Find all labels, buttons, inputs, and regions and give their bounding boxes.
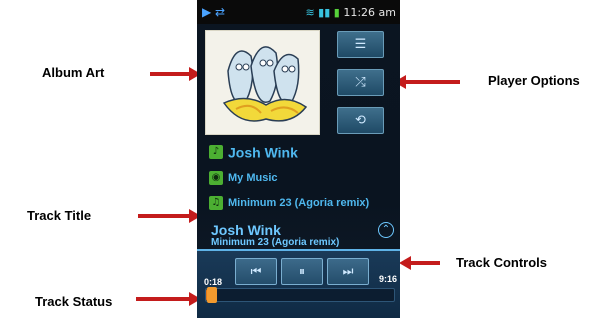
- artist-name: Josh Wink: [228, 144, 298, 161]
- seek-bar[interactable]: [205, 287, 395, 303]
- album-art: [205, 30, 320, 135]
- arrow-player-options: [394, 75, 460, 89]
- status-bar: ▶ ⇄ ≋ ▮▮ ▮ 11:26 am: [197, 0, 400, 24]
- seek-handle[interactable]: [207, 287, 218, 303]
- now-playing-track: Minimum 23 (Agoria remix): [211, 237, 340, 248]
- arrow-track-status: [136, 292, 201, 306]
- play-notification-icon: ▶ ⇄: [202, 5, 226, 19]
- expand-icon[interactable]: ⌃: [378, 222, 394, 238]
- arrow-track-title: [138, 209, 201, 223]
- shuffle-icon: ⤮: [355, 75, 366, 90]
- annotation-track-status: Track Status: [35, 294, 113, 309]
- battery-icon: ▮: [333, 6, 340, 19]
- pause-icon: ⏸: [298, 264, 305, 278]
- track-name: Minimum 23 (Agoria remix): [228, 197, 370, 209]
- album-art-image: [206, 31, 319, 134]
- duration-time: 9:16: [379, 274, 398, 284]
- disc-icon: ◉: [209, 171, 223, 185]
- library-row[interactable]: ◉ My Music: [209, 171, 278, 189]
- previous-button[interactable]: ⏮: [235, 258, 277, 285]
- track-controls: ⏮ ⏸ ⏭ 0:18 9:16: [197, 251, 400, 318]
- repeat-button[interactable]: ⟲: [337, 107, 384, 134]
- annotation-track-title: Track Title: [27, 208, 92, 223]
- microphone-icon: ♪: [209, 145, 223, 160]
- annotation-player-options: Player Options: [488, 73, 580, 88]
- playlist-button[interactable]: ☰: [337, 31, 384, 58]
- library-name: My Music: [228, 172, 278, 184]
- arrow-album-art: [150, 67, 201, 81]
- repeat-icon: ⟲: [355, 113, 366, 128]
- track-row[interactable]: ♫ Minimum 23 (Agoria remix): [209, 196, 369, 214]
- player-screen: ☰ ⤮ ⟲ ♪ Josh Wink ◉ My Music ♫ Minimum 23 (…: [197, 24, 400, 318]
- phone-screen: ▶ ⇄ ≋ ▮▮ ▮ 11:26 am ☰ ⤮ ⟲ ♪ Josh Wink ◉ …: [197, 0, 400, 318]
- elapsed-time: 0:18: [204, 277, 223, 287]
- shuffle-button[interactable]: ⤮: [337, 69, 384, 96]
- annotation-album-art: Album Art: [42, 65, 105, 80]
- next-icon: ⏭: [342, 264, 354, 278]
- playlist-icon: ☰: [354, 37, 367, 52]
- now-playing-artist: Josh Wink: [211, 222, 281, 238]
- signal-icon: ▮▮: [318, 6, 331, 19]
- artist-row[interactable]: ♪ Josh Wink: [209, 143, 298, 161]
- annotation-track-controls: Track Controls: [456, 255, 548, 270]
- music-note-icon: ♫: [209, 196, 223, 210]
- wifi-icon: ≋: [305, 6, 315, 19]
- previous-icon: ⏮: [250, 264, 262, 278]
- pause-button[interactable]: ⏸: [281, 258, 323, 285]
- next-button[interactable]: ⏭: [327, 258, 369, 285]
- arrow-track-controls: [399, 256, 440, 270]
- clock-text: 11:26 am: [343, 6, 396, 19]
